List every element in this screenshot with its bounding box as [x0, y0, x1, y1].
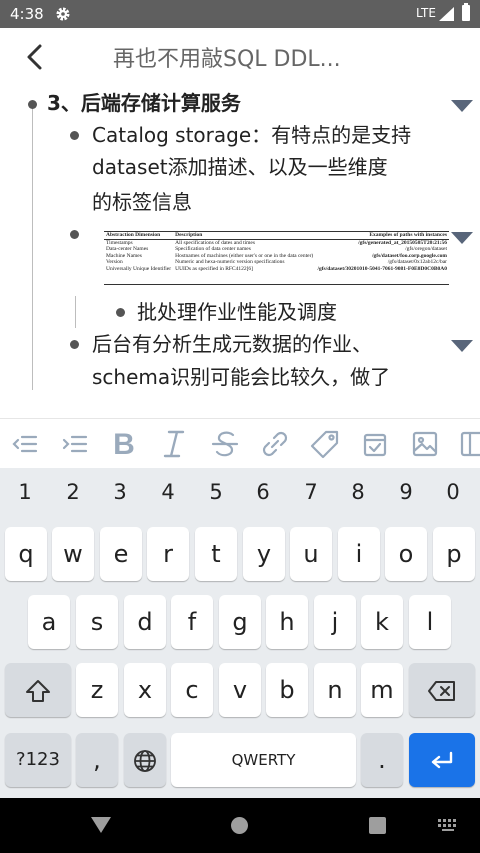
key[interactable]: u — [290, 527, 332, 581]
number-key[interactable]: 6 — [243, 480, 283, 504]
key[interactable]: w — [52, 527, 94, 581]
key[interactable]: k — [361, 595, 403, 649]
table-header: Examples of paths with instances — [315, 232, 449, 240]
list-item-text[interactable]: Catalog storage：有特点的是支持 — [92, 120, 411, 151]
key[interactable]: y — [243, 527, 285, 581]
navigation-bar — [0, 798, 480, 853]
nav-home-icon[interactable] — [231, 817, 248, 834]
space-key[interactable]: QWERTY — [171, 733, 356, 787]
number-key[interactable]: 3 — [100, 480, 140, 504]
number-key[interactable]: 7 — [291, 480, 331, 504]
number-key[interactable]: 0 — [433, 480, 473, 504]
collapse-toggle-icon[interactable] — [451, 100, 473, 112]
page-title: 再也不用敲SQL DDL... — [113, 47, 341, 72]
number-key[interactable]: 8 — [338, 480, 378, 504]
list-item-bullet[interactable] — [70, 131, 79, 140]
globe-icon — [134, 750, 156, 772]
keyboard-switch-icon[interactable] — [437, 818, 459, 832]
status-time: 4:38 — [10, 5, 44, 23]
sub-item-bullet[interactable] — [116, 308, 125, 317]
number-key[interactable]: 1 — [5, 480, 45, 504]
bold-icon[interactable]: B — [107, 427, 141, 461]
soft-keyboard: 1 2 3 4 5 6 7 8 9 0 q w e r t y u i o p … — [0, 468, 480, 798]
battery-icon — [462, 3, 470, 21]
checkbox-icon[interactable] — [358, 427, 392, 461]
key[interactable]: v — [219, 663, 261, 717]
backspace-icon — [428, 681, 455, 701]
outline-guide-line-nested — [75, 296, 76, 328]
enter-icon — [431, 751, 453, 769]
italic-icon[interactable] — [157, 427, 191, 461]
indent-icon[interactable] — [58, 427, 92, 461]
list-item-text[interactable]: dataset添加描述、以及一些维度 — [92, 152, 388, 183]
key[interactable]: c — [171, 663, 213, 717]
list-item-text[interactable]: schema识别可能会比较久，做了 — [92, 362, 390, 393]
tag-icon[interactable] — [308, 427, 342, 461]
key[interactable]: r — [147, 527, 189, 581]
app-bar: 再也不用敲SQL DDL... — [0, 28, 480, 86]
status-bar: 4:38 LTE — [0, 0, 480, 28]
image-icon[interactable] — [408, 427, 442, 461]
list-item-text[interactable]: 后台有分析生成元数据的作业、 — [92, 329, 372, 360]
key[interactable]: x — [124, 663, 166, 717]
nav-back-icon[interactable] — [91, 817, 111, 833]
collapse-toggle-icon[interactable] — [451, 232, 473, 244]
list-item-bullet[interactable] — [70, 340, 79, 349]
key[interactable]: m — [361, 663, 403, 717]
language-key[interactable] — [124, 733, 166, 787]
key[interactable]: t — [195, 527, 237, 581]
network-type: LTE — [416, 6, 436, 20]
key[interactable]: j — [314, 595, 356, 649]
list-item-bullet[interactable] — [70, 230, 79, 239]
comma-key[interactable]: , — [76, 733, 118, 787]
key[interactable]: q — [5, 527, 47, 581]
number-key[interactable]: 2 — [53, 480, 93, 504]
number-key[interactable]: 4 — [148, 480, 188, 504]
nav-recents-icon[interactable] — [369, 817, 386, 834]
key[interactable]: l — [409, 595, 451, 649]
collapse-toggle-icon[interactable] — [451, 340, 473, 352]
table-header: Description — [173, 232, 316, 240]
key[interactable]: z — [76, 663, 118, 717]
symbols-key[interactable]: ?123 — [5, 733, 71, 787]
key[interactable]: e — [100, 527, 142, 581]
shift-key[interactable] — [5, 663, 71, 717]
key[interactable]: i — [338, 527, 380, 581]
outline-heading[interactable]: 3、后端存储计算服务 — [47, 88, 241, 119]
key[interactable]: a — [28, 595, 70, 649]
table-icon[interactable] — [458, 427, 480, 461]
key[interactable]: f — [171, 595, 213, 649]
table-header: Abstraction Dimension — [104, 232, 174, 240]
key[interactable]: n — [314, 663, 356, 717]
number-key[interactable]: 9 — [386, 480, 426, 504]
arrow-back-icon[interactable] — [20, 42, 50, 72]
enter-key[interactable] — [409, 733, 475, 787]
heading-bullet[interactable] — [28, 100, 37, 109]
period-key[interactable]: . — [361, 733, 403, 787]
key[interactable]: g — [219, 595, 261, 649]
key[interactable]: o — [385, 527, 427, 581]
strikethrough-icon[interactable] — [208, 427, 242, 461]
key[interactable]: s — [76, 595, 118, 649]
signal-icon — [439, 7, 454, 21]
number-key[interactable]: 5 — [196, 480, 236, 504]
backspace-key[interactable] — [409, 663, 475, 717]
list-item-text[interactable]: 的标签信息 — [92, 187, 192, 218]
embedded-table-image[interactable]: Abstraction Dimension Description Exampl… — [104, 231, 449, 285]
shift-icon — [26, 680, 50, 702]
sub-item-text[interactable]: 批处理作业性能及调度 — [137, 297, 337, 328]
key[interactable]: h — [266, 595, 308, 649]
table-row: Universally Unique Identifier UUIDs as s… — [106, 265, 447, 272]
table-row: Timestamps All specifications of dates a… — [106, 239, 447, 246]
key[interactable]: b — [266, 663, 308, 717]
key[interactable]: p — [433, 527, 475, 581]
format-toolbar: B — [0, 418, 480, 468]
gear-icon — [56, 7, 70, 21]
outline-editor[interactable]: 3、后端存储计算服务 Catalog storage：有特点的是支持 datas… — [0, 86, 480, 418]
outline-guide-line — [32, 108, 33, 390]
svg-text:B: B — [113, 428, 135, 461]
outdent-icon[interactable] — [8, 427, 42, 461]
link-icon[interactable] — [258, 427, 292, 461]
key[interactable]: d — [124, 595, 166, 649]
